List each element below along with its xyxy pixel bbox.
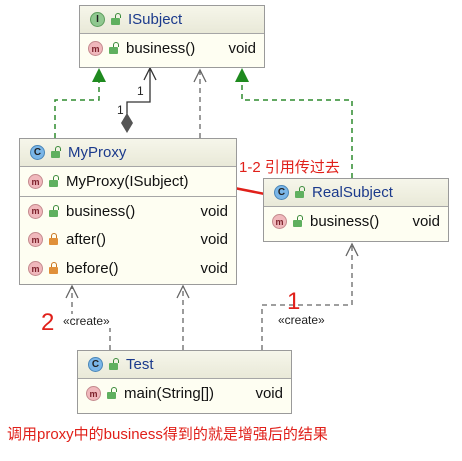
public-icon xyxy=(49,175,59,187)
public-icon xyxy=(295,186,305,198)
public-icon xyxy=(109,42,119,54)
public-icon xyxy=(107,387,117,399)
myproxy-method-row[interactable]: m before() void xyxy=(20,254,236,283)
method-name: before() xyxy=(66,260,119,277)
public-icon xyxy=(51,146,61,158)
create-stereotype-label: «create» xyxy=(277,313,326,327)
method-icon: m xyxy=(86,386,101,401)
realsubject-method-row[interactable]: m business() void xyxy=(264,207,448,236)
method-name: business() xyxy=(126,40,196,57)
myproxy-constructor-row[interactable]: m MyProxy(ISubject) xyxy=(20,167,236,196)
private-icon xyxy=(49,233,58,245)
realsubject-class-box[interactable]: C RealSubject m business() void xyxy=(263,178,449,242)
method-icon: m xyxy=(28,174,43,189)
method-icon: m xyxy=(28,261,43,276)
method-name: main(String[]) xyxy=(124,385,215,402)
method-icon: m xyxy=(28,232,43,247)
isubject-header: I ISubject xyxy=(80,6,264,34)
class-icon: C xyxy=(88,357,103,372)
method-return-type: void xyxy=(412,213,440,230)
test-header: C Test xyxy=(78,351,291,379)
method-icon: m xyxy=(272,214,287,229)
method-name: business() xyxy=(66,202,136,220)
isubject-method-row[interactable]: m business() void xyxy=(80,34,264,63)
method-icon: m xyxy=(88,41,103,56)
step-number-2: 2 xyxy=(41,309,55,336)
public-icon xyxy=(293,215,303,227)
method-return-type: void xyxy=(200,202,228,220)
interface-icon: I xyxy=(90,12,105,27)
method-return-type: void xyxy=(200,260,228,277)
isubject-interface-box[interactable]: I ISubject m business() void xyxy=(79,5,265,68)
test-title: Test xyxy=(126,356,154,373)
reference-annotation: 1-2 引用传过去 xyxy=(239,159,340,176)
myproxy-method-row[interactable]: m after() void xyxy=(20,225,236,254)
method-name: business() xyxy=(310,213,380,230)
myproxy-implements-line xyxy=(54,80,100,138)
method-name: after() xyxy=(66,231,107,248)
footer-annotation: 调用proxy中的business得到的就是增强后的结果 xyxy=(7,426,328,443)
method-return-type: void xyxy=(255,385,283,402)
create-stereotype-label: «create» xyxy=(62,314,111,328)
realsubject-title: RealSubject xyxy=(312,184,393,201)
myproxy-method-row[interactable]: m business() void xyxy=(20,196,236,225)
class-icon: C xyxy=(30,145,45,160)
realsubject-header: C RealSubject xyxy=(264,179,448,207)
private-icon xyxy=(49,262,58,274)
test-method-row[interactable]: m main(String[]) void xyxy=(78,379,291,408)
realsubject-implements-arrowhead xyxy=(235,68,249,82)
myproxy-implements-arrowhead xyxy=(92,68,106,82)
myproxy-class-box[interactable]: C MyProxy m MyProxy(ISubject) m business… xyxy=(19,138,237,285)
public-icon xyxy=(109,358,119,370)
multiplicity-label: 1 xyxy=(117,103,124,117)
test-create-realsubject-line xyxy=(261,244,353,350)
public-icon xyxy=(111,13,121,25)
multiplicity-label: 1 xyxy=(137,84,144,98)
myproxy-title: MyProxy xyxy=(68,144,127,161)
step-number-1: 1 xyxy=(287,288,301,315)
isubject-title: ISubject xyxy=(128,11,183,28)
method-return-type: void xyxy=(200,231,228,248)
myproxy-header: C MyProxy xyxy=(20,139,236,167)
method-return-type: void xyxy=(228,40,256,57)
test-class-box[interactable]: C Test m main(String[]) void xyxy=(77,350,292,414)
constructor-name: MyProxy(ISubject) xyxy=(66,173,189,190)
public-icon xyxy=(49,204,59,217)
method-icon: m xyxy=(28,203,43,219)
class-icon: C xyxy=(274,185,289,200)
